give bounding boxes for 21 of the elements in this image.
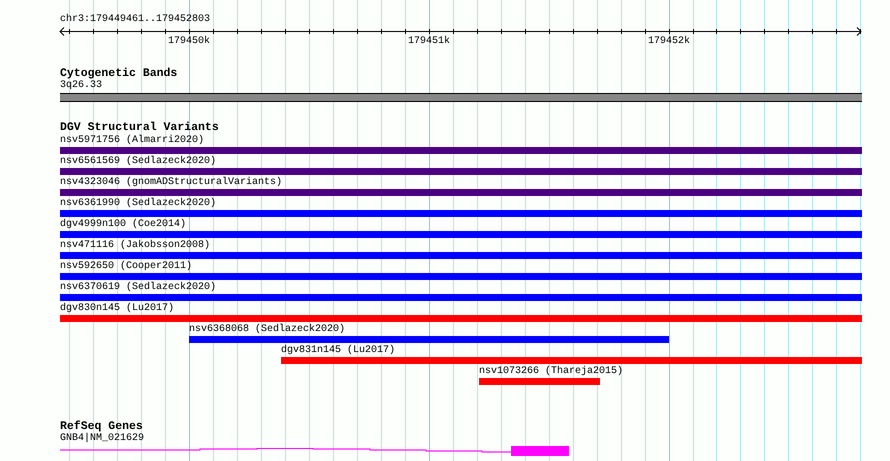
feature-label: nsv6361990 (Sedlazeck2020): [60, 198, 216, 209]
track-title: DGV Structural Variants: [60, 122, 219, 133]
feature-label: nsv6370619 (Sedlazeck2020): [60, 282, 216, 293]
track-title: Cytogenetic Bands: [60, 68, 178, 79]
feature-label: nsv471116 (Jakobsson2008): [60, 240, 210, 251]
track-title: RefSeq Genes: [60, 421, 143, 432]
feature-label: 3q26.33: [60, 80, 102, 91]
tick-label: 179451k: [408, 36, 450, 47]
feature-label: dgv4999n100 (Coe2014): [60, 219, 186, 230]
location-label: chr3:179449461..179452803: [60, 14, 210, 25]
feature-label: nsv5971756 (Almarri2020): [60, 135, 204, 146]
feature-label: nsv1073266 (Thareja2015): [479, 366, 624, 377]
tick-label: 179450k: [168, 36, 210, 47]
tick-label: 179452k: [648, 36, 690, 47]
feature-label: GNB4|NM_021629: [60, 433, 144, 444]
feature-label: nsv592650 (Cooper2011): [60, 261, 192, 272]
feature-label: dgv830n145 (Lu2017): [60, 303, 174, 314]
feature-label: nsv4323046 (gnomADStructuralVariants): [60, 177, 282, 188]
feature-label: nsv6561569 (Sedlazeck2020): [60, 156, 216, 167]
feature-label: nsv6368068 (Sedlazeck2020): [189, 324, 346, 335]
feature-label: dgv831n145 (Lu2017): [281, 345, 396, 356]
